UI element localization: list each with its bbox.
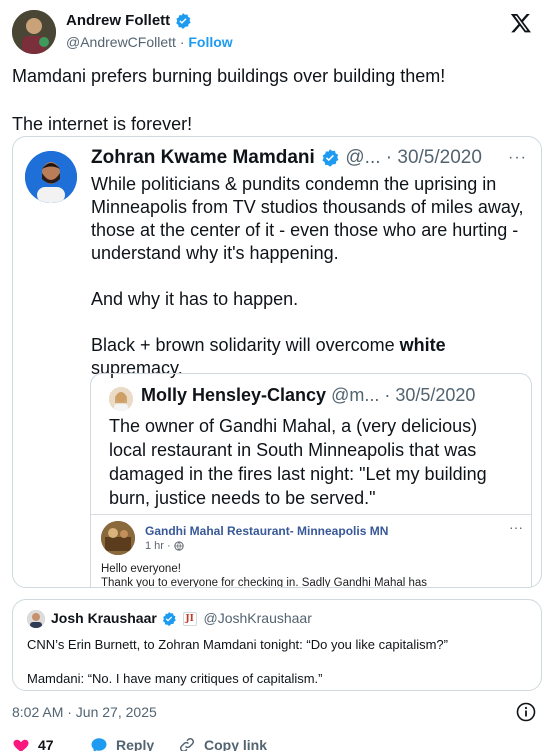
facebook-post-time: 1 hr · (145, 540, 184, 552)
globe-icon (174, 541, 184, 551)
heart-icon (13, 739, 29, 751)
affiliation-badge: JI (182, 612, 197, 627)
like-button[interactable]: 47 (12, 736, 54, 751)
author-handle[interactable]: @AndrewCFollett (66, 34, 176, 50)
quoted-handle: @JoshKraushaar (203, 610, 312, 626)
reply-button[interactable]: Reply (90, 736, 154, 751)
tweet-actions-bar: 47 Reply Copy link (12, 736, 534, 751)
nested-tweet-text: The owner of Gandhi Mahal, a (very delic… (109, 416, 487, 508)
quoted-tweet-text: While politicians & pundits condemn the … (91, 173, 531, 380)
info-icon[interactable] (516, 702, 536, 722)
quoted-paragraph: Mamdani: “No. I have many critiques of c… (27, 671, 323, 686)
restaurant-avatar[interactable] (101, 521, 135, 555)
quoted-handle-date: @... · 30/5/2020 (345, 147, 482, 168)
facebook-page-name[interactable]: Gandhi Mahal Restaurant- Minneapolis MN (145, 524, 388, 538)
quoted-tweet-header: Josh Kraushaar JI @JoshKraushaar (51, 610, 312, 627)
follow-button[interactable]: Follow (188, 34, 232, 50)
author-name[interactable]: Andrew Follett (66, 12, 192, 30)
quoted-paragraph: And why it has to happen. (91, 289, 299, 309)
quoted-tweet-mamdani[interactable]: Zohran Kwame Mamdani @... · 30/5/2020 ··… (12, 136, 542, 588)
reply-bubble-icon (91, 738, 107, 751)
quoted-author-name[interactable]: Zohran Kwame Mamdani (91, 147, 315, 168)
quoted-tweet-text: CNN’s Erin Burnett, to Zohran Mamdani to… (27, 636, 527, 687)
tweet-timestamp[interactable]: 8:02 AM · Jun 27, 2025 (12, 704, 157, 720)
molly-avatar[interactable] (109, 387, 133, 411)
author-avatar[interactable] (12, 10, 56, 54)
kraushaar-avatar[interactable] (27, 610, 45, 628)
facebook-more-icon[interactable]: ··· (509, 519, 523, 535)
nested-quoted-tweet[interactable]: Molly Hensley-Clancy @m... · 30/5/2020 T… (90, 373, 532, 588)
copy-link-button[interactable]: Copy link (178, 736, 267, 751)
quoted-tweet-kraushaar[interactable]: Josh Kraushaar JI @JoshKraushaar CNN’s E… (12, 599, 542, 691)
quoted-author-name[interactable]: Josh Kraushaar (51, 610, 157, 626)
separator-dot: · (179, 34, 185, 50)
like-count: 47 (38, 737, 54, 751)
verified-badge-icon (162, 612, 176, 627)
copy-link-label: Copy link (204, 737, 268, 751)
mamdani-avatar[interactable] (25, 151, 77, 203)
nested-author-name[interactable]: Molly Hensley-Clancy (141, 385, 326, 405)
x-logo-icon[interactable] (510, 12, 532, 34)
reply-label: Reply (116, 737, 155, 751)
nested-tweet-header: Molly Hensley-Clancy @m... · 30/5/2020 (141, 385, 475, 406)
nested-handle-date: @m... · 30/5/2020 (331, 385, 476, 405)
quoted-paragraph: CNN’s Erin Burnett, to Zohran Mamdani to… (27, 637, 448, 652)
quoted-tweet-header: Zohran Kwame Mamdani @... · 30/5/2020 (91, 147, 482, 169)
verified-badge-icon (176, 13, 191, 29)
author-handle-row: @AndrewCFollett · Follow (66, 34, 233, 50)
verified-badge-icon (322, 149, 339, 167)
facebook-post-text: Hello everyone! Thank you to everyone fo… (101, 563, 428, 588)
link-icon (179, 737, 195, 751)
tweet-text: Mamdani prefers burning buildings over b… (12, 66, 446, 134)
more-options-icon[interactable]: ··· (508, 149, 527, 167)
quoted-paragraph: While politicians & pundits condemn the … (91, 174, 524, 263)
facebook-post-embed[interactable]: Gandhi Mahal Restaurant- Minneapolis MN … (91, 514, 531, 588)
